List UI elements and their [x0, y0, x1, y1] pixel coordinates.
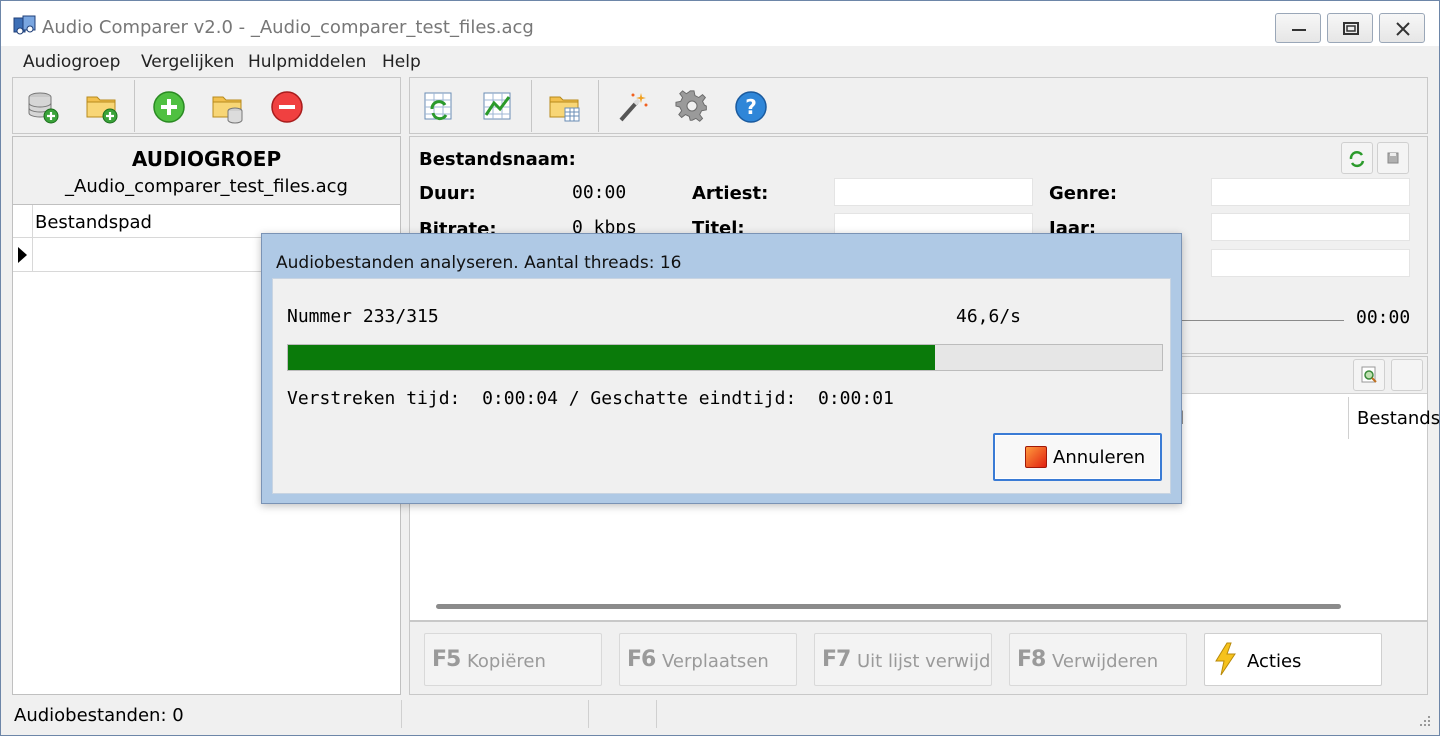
- add-icon[interactable]: [151, 89, 187, 125]
- app-window: Audio Comparer v2.0 - _Audio_comparer_te…: [0, 0, 1440, 736]
- app-icon: [13, 15, 36, 35]
- analysis-progress-bar: [287, 344, 1163, 371]
- right-toolbar: ?: [409, 77, 1428, 134]
- gear-icon[interactable]: [674, 89, 710, 125]
- menu-bar: Audiogroep Vergelijken Hulpmiddelen Help: [12, 46, 1428, 76]
- current-row-arrow-icon: [18, 247, 27, 263]
- time-end: 00:00: [1356, 307, 1411, 328]
- help-icon[interactable]: ?: [733, 89, 769, 125]
- list-column-separator[interactable]: [1348, 397, 1349, 439]
- current-item: Nummer 233/315: [287, 306, 439, 327]
- close-icon: [1396, 22, 1410, 36]
- remove-from-list-label: Uit lijst verwijderen: [857, 651, 991, 672]
- restore-icon: [1343, 22, 1359, 35]
- year-field[interactable]: [1211, 213, 1410, 241]
- genre-field[interactable]: [1211, 178, 1410, 206]
- minimize-button[interactable]: [1275, 13, 1321, 43]
- resize-grip-icon[interactable]: [1419, 715, 1431, 727]
- move-button[interactable]: F6 Verplaatsen: [619, 633, 797, 686]
- delete-label: Verwijderen: [1052, 651, 1159, 672]
- copy-button[interactable]: F5 Kopiëren: [424, 633, 602, 686]
- dialog-body: Nummer 233/315 46,6/s Verstreken tijd: 0…: [272, 278, 1171, 494]
- cancel-label: Annuleren: [1053, 447, 1146, 468]
- remove-from-list-key: F7: [822, 647, 851, 672]
- remove-from-list-button[interactable]: F7 Uit lijst verwijderen: [814, 633, 992, 686]
- close-button[interactable]: [1379, 13, 1425, 43]
- move-key: F6: [627, 647, 656, 672]
- duration-value: 00:00: [572, 182, 627, 203]
- horizontal-scrollbar[interactable]: [436, 604, 1341, 609]
- copy-key: F5: [432, 647, 461, 672]
- move-label: Verplaatsen: [662, 651, 769, 672]
- duration-label: Duur:: [419, 183, 476, 204]
- save-info-button[interactable]: [1377, 142, 1409, 174]
- window-title: Audio Comparer v2.0 - _Audio_comparer_te…: [42, 17, 534, 38]
- progress-fill: [288, 345, 935, 370]
- left-toolbar: [12, 77, 401, 134]
- find-in-list-button[interactable]: [1353, 359, 1385, 391]
- actions-label: Acties: [1247, 651, 1302, 672]
- delete-key: F8: [1017, 647, 1046, 672]
- delete-button[interactable]: F8 Verwijderen: [1009, 633, 1187, 686]
- cancel-button[interactable]: Annuleren: [993, 433, 1162, 481]
- list-column-bestands[interactable]: Bestands: [1357, 408, 1440, 429]
- folder-database-icon[interactable]: [210, 89, 246, 125]
- minimize-icon: [1292, 29, 1306, 31]
- lightning-icon: [1215, 642, 1236, 676]
- actions-button[interactable]: Acties: [1204, 633, 1382, 686]
- folder-add-icon[interactable]: [84, 89, 120, 125]
- refresh-info-button[interactable]: [1341, 142, 1373, 174]
- audiogroup-header: AUDIOGROEP _Audio_comparer_test_files.ac…: [13, 137, 400, 205]
- analysis-progress-dialog: Audiobestanden analyseren. Aantal thread…: [261, 233, 1182, 504]
- search-icon: [1361, 366, 1377, 383]
- menu-help[interactable]: Help: [382, 52, 421, 72]
- list-option-button[interactable]: [1391, 359, 1423, 391]
- menu-hulpmiddelen[interactable]: Hulpmiddelen: [248, 52, 366, 72]
- time-info: Verstreken tijd: 0:00:04 / Geschatte ein…: [287, 388, 894, 409]
- refresh-grid-icon[interactable]: [421, 89, 457, 125]
- remove-icon[interactable]: [269, 89, 305, 125]
- title-bar[interactable]: Audio Comparer v2.0 - _Audio_comparer_te…: [1, 1, 1439, 46]
- status-bar: Audiobestanden: 0: [1, 698, 1439, 735]
- artist-label: Artiest:: [692, 183, 769, 204]
- status-text: Audiobestanden: 0: [14, 705, 184, 726]
- menu-audiogroep[interactable]: Audiogroep: [23, 52, 120, 72]
- copy-label: Kopiëren: [467, 651, 546, 672]
- chart-icon[interactable]: [480, 89, 516, 125]
- audiogroup-file: _Audio_comparer_test_files.acg: [65, 176, 348, 197]
- maximize-button[interactable]: [1327, 13, 1373, 43]
- save-icon: [1387, 152, 1399, 164]
- dialog-title: Audiobestanden analyseren. Aantal thread…: [276, 253, 682, 273]
- menu-vergelijken[interactable]: Vergelijken: [141, 52, 234, 72]
- extra-field[interactable]: [1211, 249, 1410, 277]
- action-panel: F5 Kopiëren F6 Verplaatsen F7 Uit lijst …: [409, 621, 1428, 695]
- svg-text:?: ?: [745, 95, 757, 119]
- magic-wand-icon[interactable]: [615, 89, 651, 125]
- genre-label: Genre:: [1049, 183, 1118, 204]
- stop-icon: [1025, 446, 1047, 468]
- artist-field[interactable]: [834, 178, 1033, 206]
- folder-grid-icon[interactable]: [547, 89, 583, 125]
- refresh-icon: [1349, 151, 1365, 168]
- audiogroup-title: AUDIOGROEP: [131, 147, 282, 171]
- database-add-icon[interactable]: [25, 89, 61, 125]
- processing-rate: 46,6/s: [956, 306, 1022, 327]
- filename-label: Bestandsnaam:: [419, 149, 576, 170]
- playback-position-line[interactable]: [1180, 320, 1344, 321]
- column-title: Bestandspad: [35, 212, 152, 233]
